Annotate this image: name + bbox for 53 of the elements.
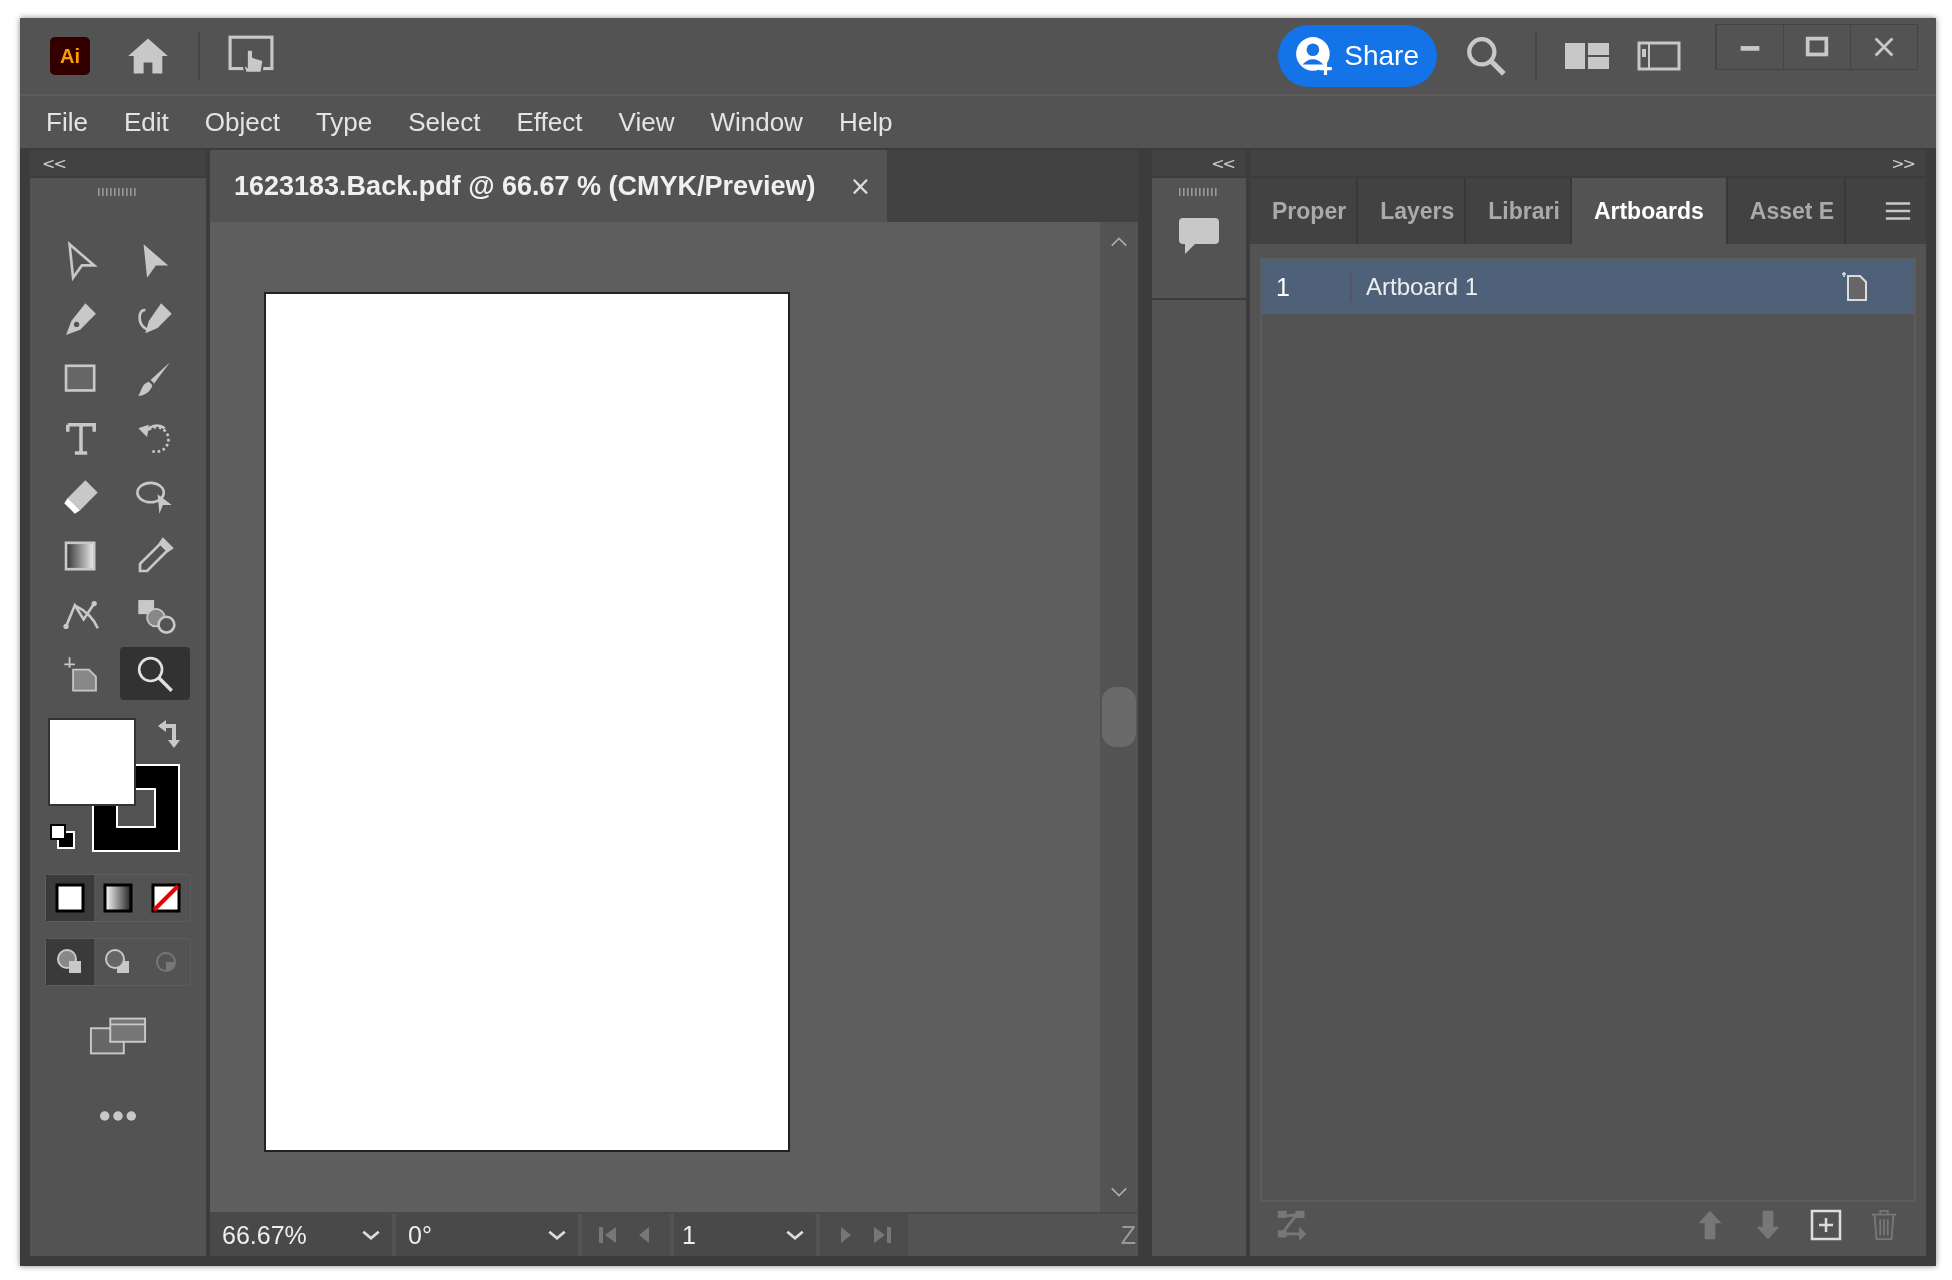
menu-item[interactable]: Select — [408, 106, 481, 138]
expand-button[interactable]: >> — [1891, 153, 1914, 173]
artboard-number-field[interactable]: 1 — [674, 1214, 816, 1256]
color-mode-button[interactable] — [46, 875, 94, 921]
home-icon[interactable] — [126, 36, 170, 76]
panel-tab[interactable]: Asset E — [1727, 178, 1847, 244]
workspace-icon[interactable] — [1637, 40, 1681, 72]
default-colors-icon[interactable] — [48, 822, 78, 852]
panel-tab[interactable]: Proper — [1250, 178, 1359, 244]
scroll-up-icon[interactable] — [1110, 236, 1128, 248]
document-tab[interactable]: 1623183.Back.pdf @ 66.67 % (CMYK/Preview) × — [210, 150, 888, 222]
panel-tab[interactable]: Artboards — [1571, 178, 1728, 244]
menu-item[interactable]: Type — [315, 106, 373, 138]
menu-item[interactable]: Edit — [123, 106, 169, 138]
panel-menu-icon[interactable] — [1884, 200, 1912, 222]
search-icon[interactable] — [1465, 35, 1507, 77]
gradient-swatch-icon — [103, 883, 133, 913]
comment-icon[interactable] — [1177, 216, 1221, 256]
screen-mode-icon[interactable] — [89, 1016, 147, 1056]
close-tab-button[interactable]: × — [849, 171, 872, 201]
artboard-options-icon[interactable] — [1840, 272, 1870, 302]
color-swatch-icon — [55, 883, 85, 913]
vertical-scrollbar[interactable] — [1100, 222, 1138, 1212]
app-logo: Ai — [50, 37, 90, 75]
menu-item[interactable]: Effect — [516, 106, 583, 138]
menu-item[interactable]: View — [618, 106, 675, 138]
zoom-field[interactable]: 66.67% — [210, 1214, 392, 1256]
draw-normal-button[interactable] — [46, 939, 94, 985]
panel-tab[interactable]: Layers — [1358, 178, 1467, 244]
artboard-name: Artboard 1 — [1365, 273, 1480, 301]
menu-item[interactable]: File — [46, 106, 88, 138]
chevron-down-icon[interactable] — [784, 1228, 806, 1242]
scrollbar-thumb[interactable] — [1102, 687, 1136, 747]
fill-swatch[interactable] — [48, 718, 136, 806]
rotation-field[interactable]: 0° — [396, 1214, 578, 1256]
scroll-down-icon[interactable] — [1110, 1186, 1128, 1198]
collapse-button[interactable]: << — [42, 153, 65, 173]
none-swatch-icon — [151, 883, 181, 913]
collapse-button[interactable]: << — [1211, 153, 1234, 173]
status-label: Z — [1120, 1220, 1136, 1250]
chevron-down-icon[interactable] — [546, 1228, 568, 1242]
artboard-number: 1 — [1262, 272, 1352, 302]
more-icon[interactable] — [99, 1110, 137, 1122]
menu-item[interactable]: Help — [838, 106, 893, 138]
arrange-documents-icon[interactable] — [1565, 40, 1609, 72]
chevron-down-icon[interactable] — [360, 1228, 382, 1242]
zoom-tool[interactable] — [120, 647, 190, 700]
share-button[interactable]: Share — [1278, 25, 1437, 87]
new-artboard-icon[interactable] — [1810, 1209, 1842, 1241]
document-title: 1623183.Back.pdf @ 66.67 % (CMYK/Preview) — [234, 170, 816, 202]
menu-item[interactable]: Window — [710, 106, 803, 138]
artboard-row[interactable]: 1 Artboard 1 — [1262, 260, 1914, 314]
menu-item[interactable]: Object — [204, 106, 280, 138]
